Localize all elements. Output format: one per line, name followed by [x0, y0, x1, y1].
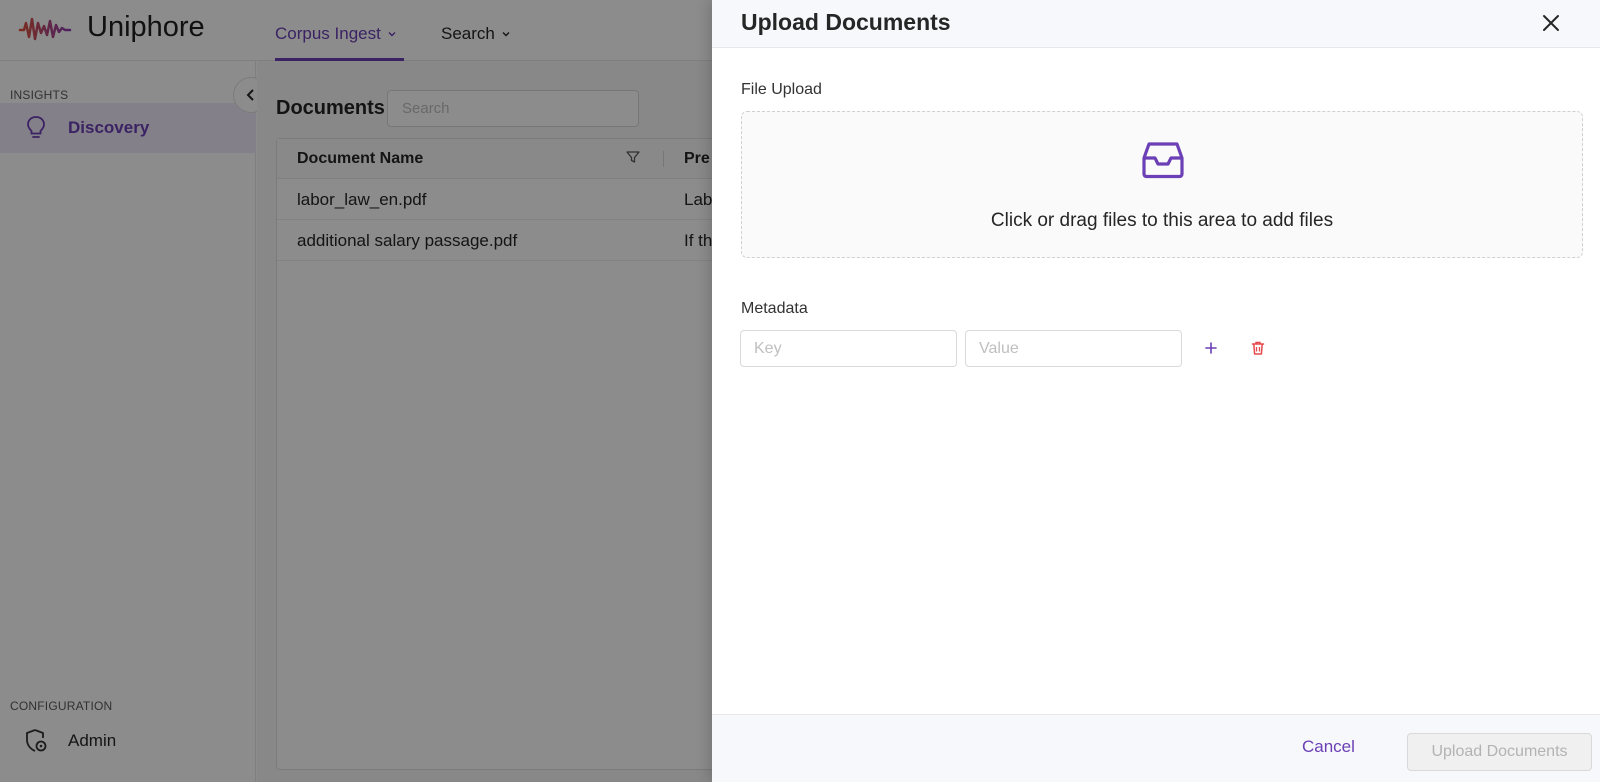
key-placeholder: Key	[754, 339, 782, 357]
dropzone-text: Click or drag files to this area to add …	[990, 210, 1334, 231]
close-icon	[1543, 15, 1559, 31]
value-placeholder: Value	[979, 339, 1019, 357]
inbox-icon	[1142, 142, 1184, 179]
upload-documents-drawer: Upload Documents File Upload Click or dr…	[712, 0, 1600, 782]
file-dropzone[interactable]: Click or drag files to this area to add …	[741, 111, 1583, 258]
file-upload-label: File Upload	[741, 81, 822, 98]
trash-icon	[1251, 341, 1265, 355]
close-button[interactable]	[1538, 10, 1564, 36]
add-metadata-button[interactable]	[1200, 337, 1222, 359]
delete-metadata-button[interactable]	[1247, 337, 1269, 359]
drawer-header: Upload Documents	[712, 0, 1600, 48]
cancel-button[interactable]: Cancel	[1302, 737, 1355, 757]
metadata-label: Metadata	[741, 300, 808, 317]
drawer-title: Upload Documents	[741, 9, 951, 35]
upload-documents-button[interactable]: Upload Documents	[1407, 733, 1592, 771]
plus-icon	[1205, 342, 1217, 354]
drawer-footer: Cancel Upload Documents	[712, 714, 1600, 782]
metadata-key-input[interactable]: Key	[740, 330, 957, 367]
metadata-value-input[interactable]: Value	[965, 330, 1182, 367]
